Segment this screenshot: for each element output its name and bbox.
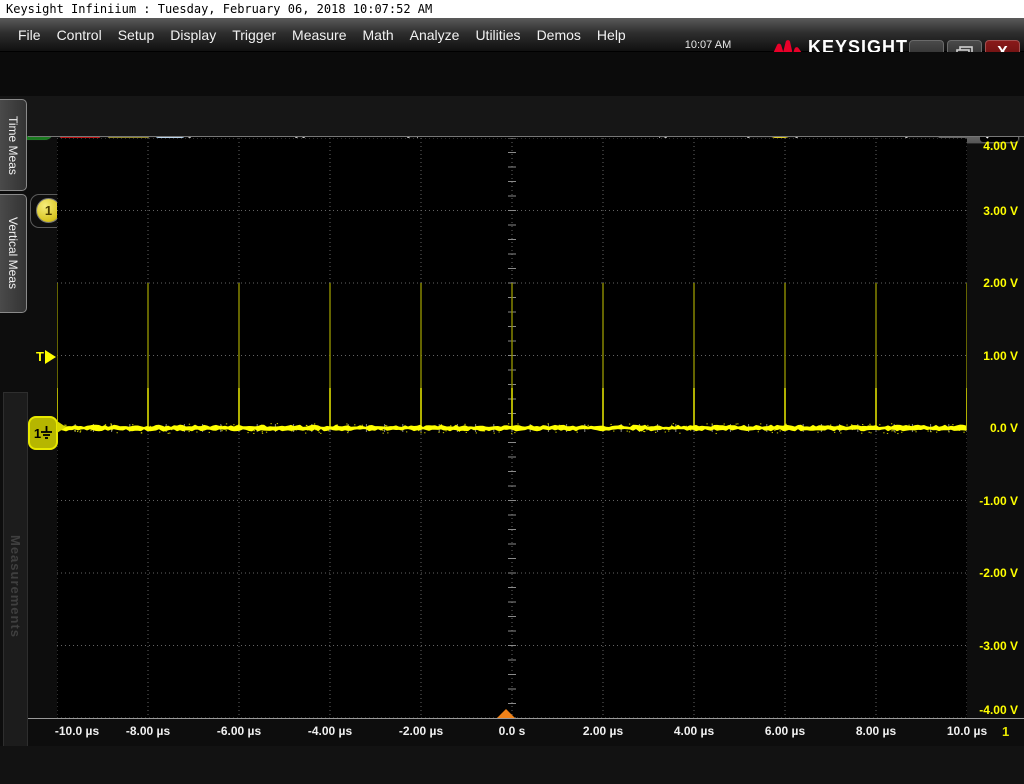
y-axis-label: -4.00 V <box>964 703 1018 717</box>
menu-item-display[interactable]: Display <box>164 23 222 47</box>
x-axis-label: -4.00 µs <box>308 724 352 738</box>
ground-marker-tip-icon <box>57 421 66 433</box>
ground-icon <box>41 426 52 440</box>
tab-time-meas[interactable]: Time Meas <box>0 99 27 191</box>
menu-item-control[interactable]: Control <box>51 23 108 47</box>
trigger-marker-letter: T <box>36 349 44 364</box>
y-axis-label: 1.00 V <box>964 349 1018 363</box>
acquisition-toolbar: Run Stop Single 20.0 GSa/s 400 kpts 1.10… <box>0 52 1024 96</box>
menu-items: FileControlSetupDisplayTriggerMeasureMat… <box>12 23 636 47</box>
menu-item-trigger[interactable]: Trigger <box>226 23 282 47</box>
timebase-bar: » H 2.00 µs/ 0.0 s Z <box>0 746 1024 784</box>
y-axis-label: 2.00 V <box>964 276 1018 290</box>
channel-indicator: 1 <box>1002 724 1009 739</box>
measurements-panel-collapsed[interactable]: Measurements <box>3 392 28 782</box>
channel1-ground-marker[interactable]: 1 <box>28 416 58 450</box>
x-axis-label: -10.0 µs <box>55 724 99 738</box>
menu-bar: FileControlSetupDisplayTriggerMeasureMat… <box>0 18 1024 52</box>
y-axis-label: -3.00 V <box>964 639 1018 653</box>
y-axis-label: 4.00 V <box>964 139 1018 153</box>
x-axis-label: -6.00 µs <box>217 724 261 738</box>
y-axis-label: 0.0 V <box>964 421 1018 435</box>
window-title: Keysight Infiniium : Tuesday, February 0… <box>0 0 1024 18</box>
oscilloscope-app: Keysight Infiniium : Tuesday, February 0… <box>0 0 1024 784</box>
x-axis-label: 10.0 µs <box>947 724 987 738</box>
clock-time: 10:07 AM <box>668 39 748 52</box>
menu-item-analyze[interactable]: Analyze <box>404 23 466 47</box>
channel-bar: 1 50Ω 1.00 V/ 0.0 V + <box>0 96 1024 136</box>
x-axis-label: -8.00 µs <box>126 724 170 738</box>
menu-item-setup[interactable]: Setup <box>112 23 161 47</box>
graticule-bottom-border <box>28 718 1024 719</box>
menu-item-file[interactable]: File <box>12 23 47 47</box>
x-axis-label: -2.00 µs <box>399 724 443 738</box>
x-axis-label: 0.0 s <box>499 724 526 738</box>
tab-vertical-meas[interactable]: Vertical Meas <box>0 194 27 313</box>
x-axis-label: 8.00 µs <box>856 724 896 738</box>
menu-item-math[interactable]: Math <box>357 23 400 47</box>
graticule-svg <box>57 138 967 718</box>
menu-item-help[interactable]: Help <box>591 23 632 47</box>
trigger-time-marker[interactable] <box>497 709 515 718</box>
trigger-arrow-icon <box>45 350 56 364</box>
ground-marker-channel: 1 <box>34 426 41 441</box>
x-axis-label: 6.00 µs <box>765 724 805 738</box>
graticule-top-border <box>28 136 1024 137</box>
y-axis-label: -1.00 V <box>964 494 1018 508</box>
menu-item-demos[interactable]: Demos <box>531 23 587 47</box>
trigger-level-marker[interactable]: T <box>36 349 56 364</box>
x-axis-label: 2.00 µs <box>583 724 623 738</box>
y-axis-label: -2.00 V <box>964 566 1018 580</box>
y-axis-label: 3.00 V <box>964 204 1018 218</box>
menu-item-measure[interactable]: Measure <box>286 23 352 47</box>
x-axis-label: 4.00 µs <box>674 724 714 738</box>
graticule-plot-area[interactable] <box>57 138 967 718</box>
menu-item-utilities[interactable]: Utilities <box>469 23 526 47</box>
